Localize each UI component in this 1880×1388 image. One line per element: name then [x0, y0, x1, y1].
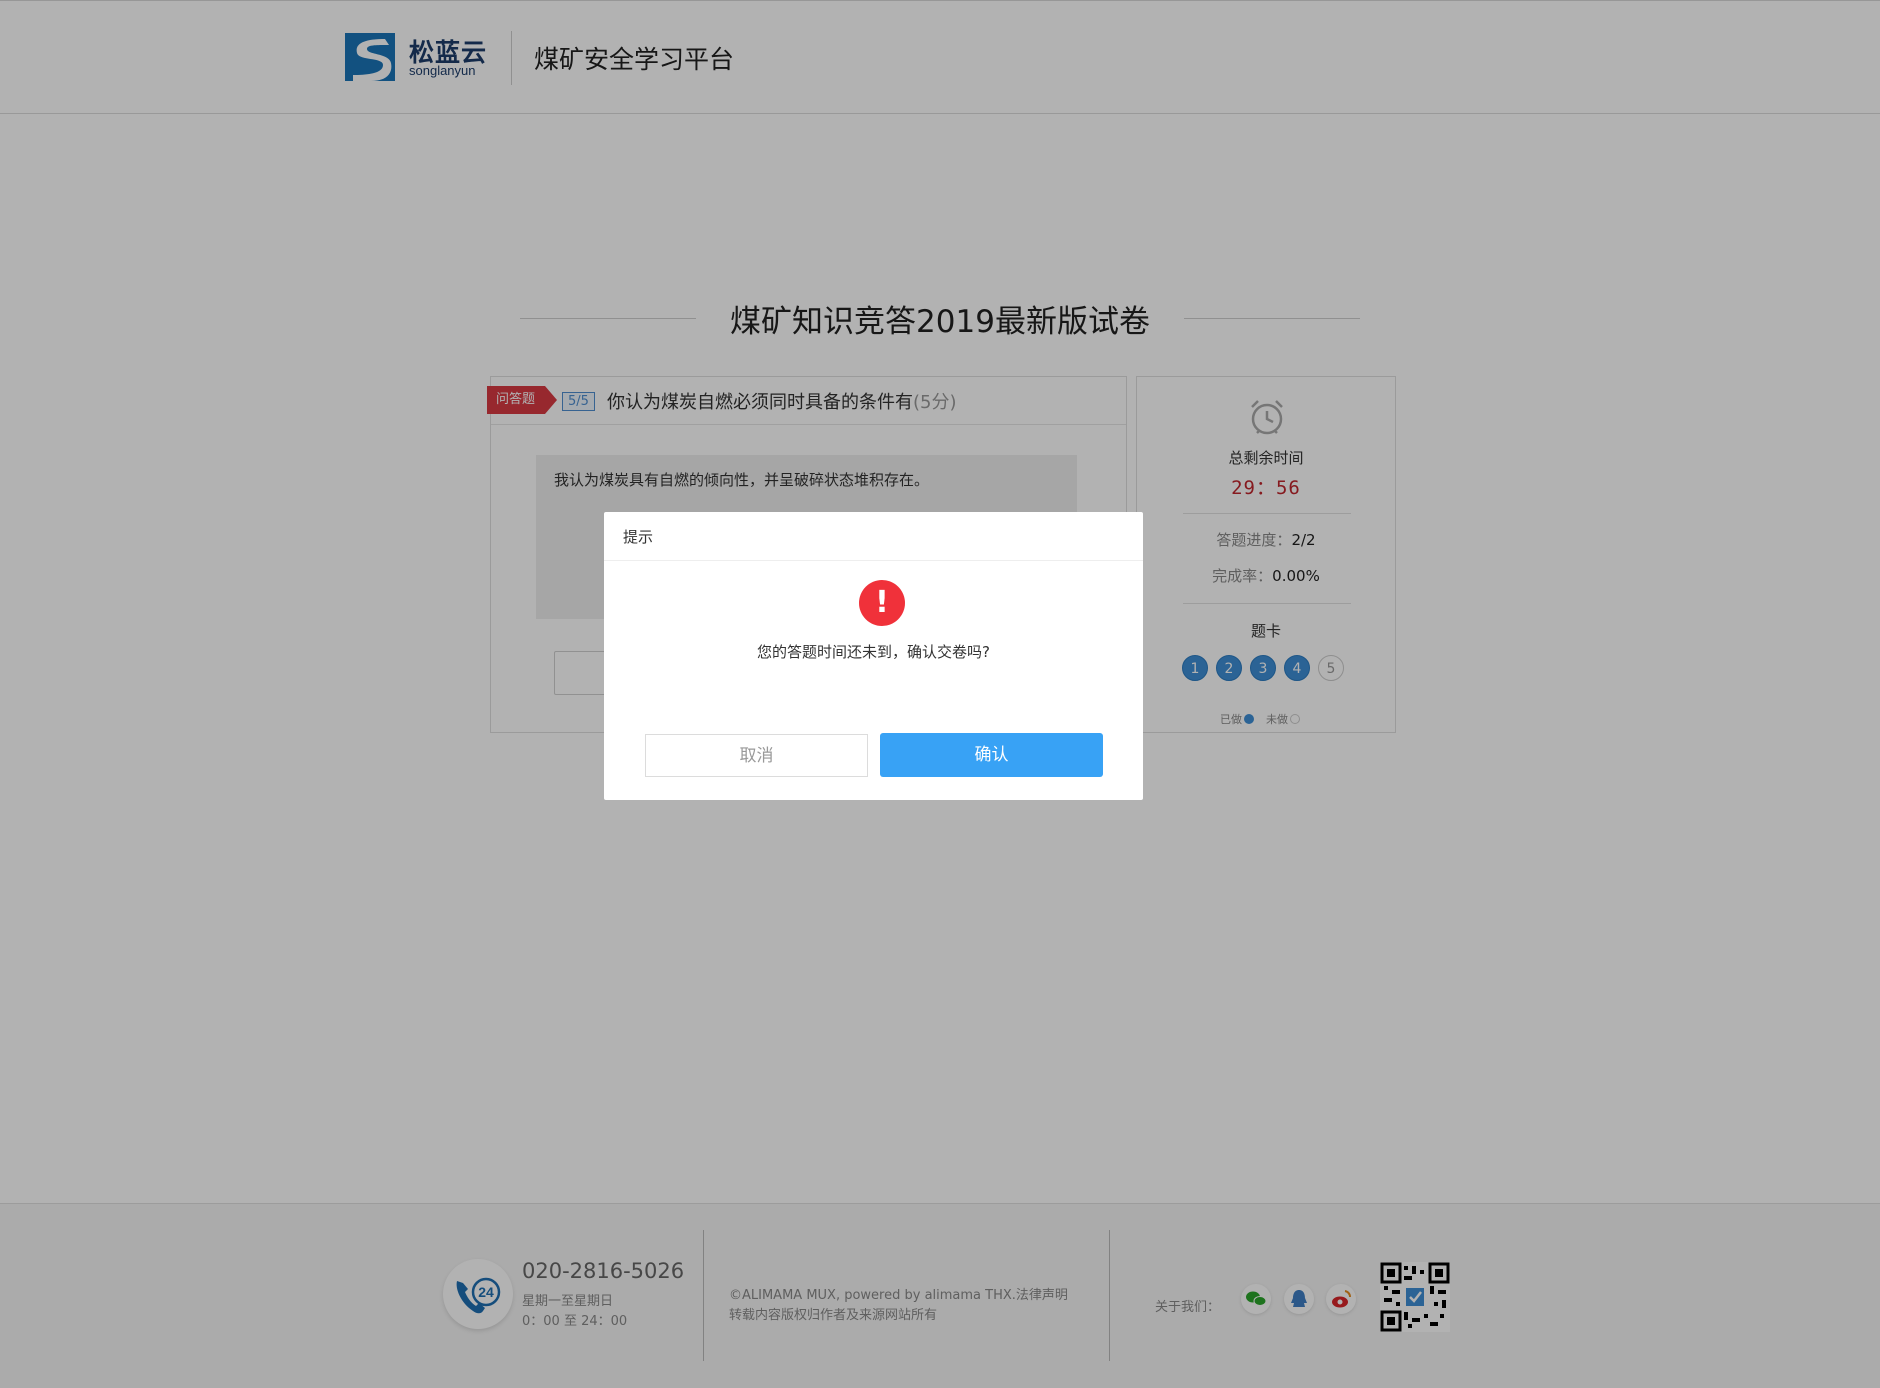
confirm-button[interactable]: 确认	[880, 733, 1103, 777]
dialog-message: 您的答题时间还未到，确认交卷吗?	[757, 643, 990, 661]
warning-icon: !	[859, 580, 905, 626]
cancel-button[interactable]: 取消	[645, 734, 868, 777]
exam-page: 松蓝云 songlanyun 煤矿安全学习平台 煤矿知识竞答2019最新版试卷 …	[0, 0, 1880, 1388]
dialog-title: 提示	[623, 528, 654, 546]
confirm-submit-dialog: 提示 ! 您的答题时间还未到，确认交卷吗? 取消 确认	[604, 512, 1143, 800]
dialog-header: 提示	[604, 512, 1143, 561]
